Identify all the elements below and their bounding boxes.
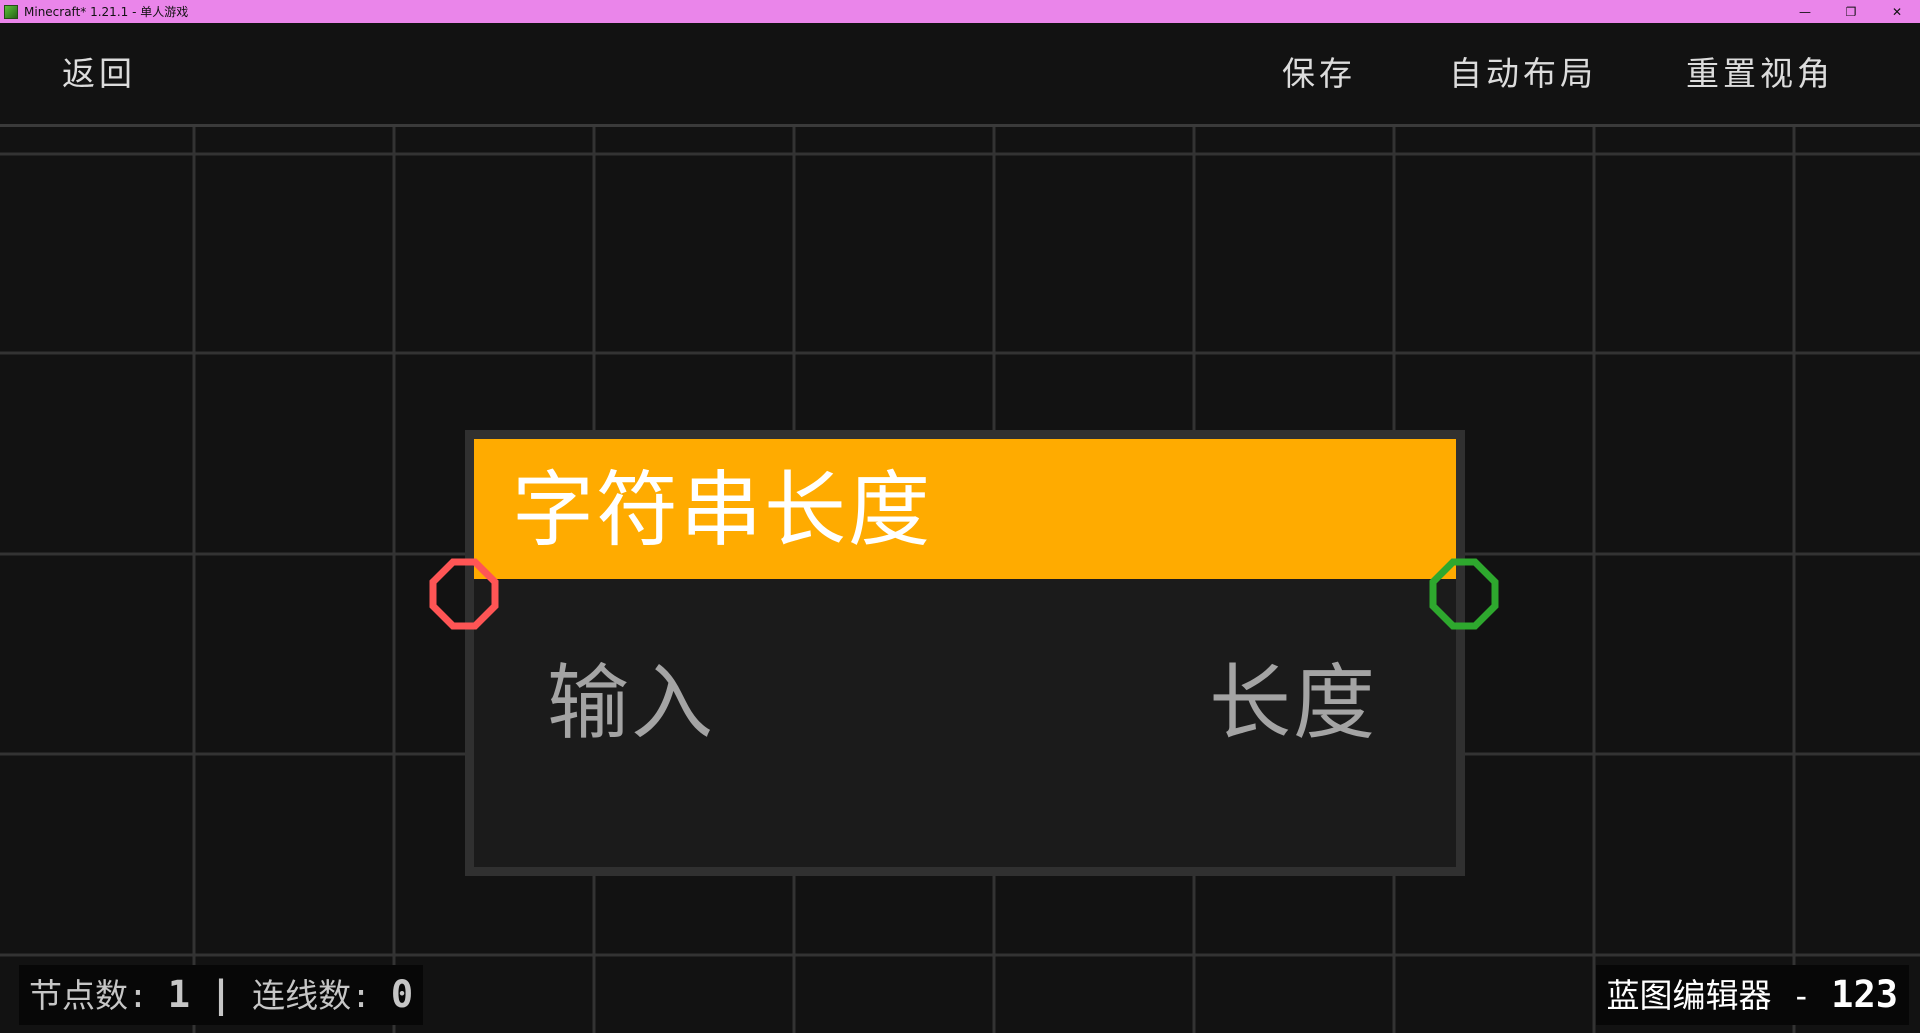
output-pin-icon[interactable] [1423,556,1505,638]
link-count-value: 0 [390,973,414,1016]
auto-layout-button[interactable]: 自动布局 [1449,49,1597,99]
editor-name-label: 蓝图编辑器 - [1606,976,1812,1015]
input-port-label: 输入 [547,656,716,751]
save-button[interactable]: 保存 [1282,49,1356,99]
blueprint-editor: 返回 保存 自动布局 重置视角 字符串长度 输入 长度 节点数: 1 | 连线数… [0,23,1920,1033]
input-pin-icon[interactable] [423,556,505,638]
minimize-button[interactable]: — [1782,0,1828,23]
link-count-label: 连线数: [252,976,371,1015]
output-port-label: 长度 [1209,656,1378,751]
node-count-value: 1 [167,973,191,1016]
stats-separator: | [209,973,233,1016]
node-title: 字符串长度 [512,463,933,558]
node-count-label: 节点数: [29,976,148,1015]
editor-id: 123 [1831,973,1898,1016]
graph-stats: 节点数: 1 | 连线数: 0 [19,965,424,1025]
editor-toolbar: 返回 保存 自动布局 重置视角 [0,23,1920,127]
restore-button[interactable]: ❐ [1828,0,1874,23]
editor-name-badge: 蓝图编辑器 - 123 [1595,965,1909,1025]
back-button[interactable]: 返回 [62,49,136,99]
string-length-node[interactable]: 字符串长度 输入 长度 [465,430,1465,876]
node-header[interactable]: 字符串长度 [474,439,1456,579]
window-titlebar[interactable]: Minecraft* 1.21.1 - 单人游戏 — ❐ ✕ [0,0,1920,23]
reset-view-button[interactable]: 重置视角 [1686,49,1834,99]
window-controls: — ❐ ✕ [1782,0,1920,23]
close-button[interactable]: ✕ [1874,0,1920,23]
window-title: Minecraft* 1.21.1 - 单人游戏 [24,5,189,19]
graph-canvas[interactable]: 字符串长度 输入 长度 [0,127,1920,1033]
minecraft-app-icon [4,4,18,19]
